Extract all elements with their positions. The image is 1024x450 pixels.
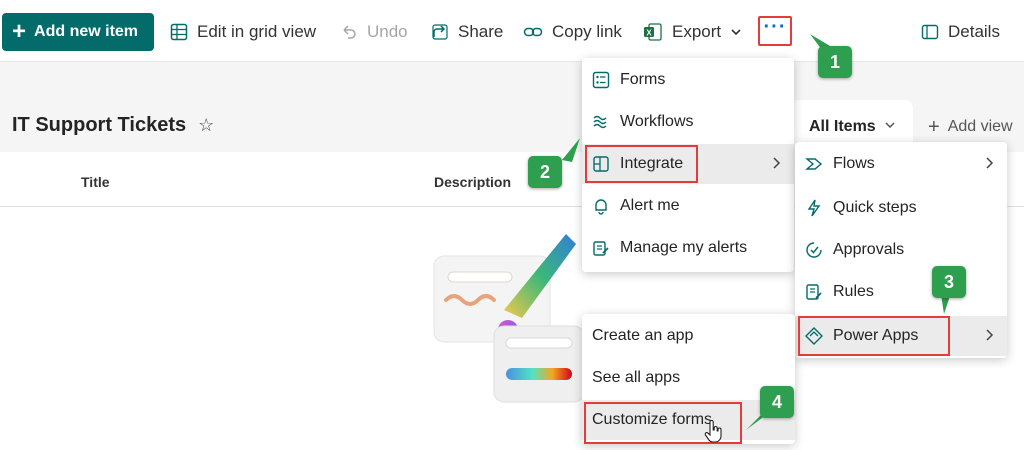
share-icon <box>432 24 448 40</box>
menu-item-label: Manage my alerts <box>620 239 748 256</box>
add-new-item-label: Add new item <box>34 23 139 40</box>
link-icon <box>523 27 543 37</box>
menu-item-label: Forms <box>620 71 666 88</box>
menu-item-label: Power Apps <box>833 327 919 344</box>
undo-icon <box>343 25 356 39</box>
menu-item-quick-steps[interactable]: Quick steps <box>795 188 1007 228</box>
share-label: Share <box>458 22 504 41</box>
empty-list-illustration <box>433 234 585 403</box>
page-title: IT Support Tickets ☆ <box>12 114 214 137</box>
callout-4: 4 <box>760 386 794 418</box>
details-pane-icon <box>921 24 939 40</box>
column-header-title[interactable]: Title <box>81 174 110 190</box>
command-bar: + Add new item Edit in grid view Undo Sh… <box>0 0 1024 62</box>
menu-item-label: Rules <box>833 283 874 300</box>
menu-item-label: Alert me <box>620 197 680 214</box>
menu-item-label: Quick steps <box>833 199 917 216</box>
more-options-button[interactable]: ··· <box>758 16 792 46</box>
menu-item-manage-alerts[interactable]: Manage my alerts <box>582 228 794 268</box>
power-apps-icon <box>805 327 823 345</box>
add-new-item-button[interactable]: + Add new item <box>2 13 154 51</box>
undo-button[interactable]: Undo <box>340 18 408 46</box>
more-dots-icon: ··· <box>763 16 787 38</box>
menu-item-label: Create an app <box>592 327 694 344</box>
details-label: Details <box>948 22 1000 41</box>
menu-item-rules[interactable]: Rules <box>795 272 1007 312</box>
lightning-icon <box>807 199 821 217</box>
plus-icon: + <box>12 18 27 45</box>
menu-item-label: Customize forms <box>592 411 713 428</box>
menu-item-label: Workflows <box>620 113 694 130</box>
menu-item-approvals[interactable]: Approvals <box>795 230 1007 270</box>
chevron-right-icon <box>986 329 994 341</box>
menu-item-integrate[interactable]: Integrate <box>582 144 794 184</box>
menu-item-forms[interactable]: Forms <box>582 60 794 100</box>
menu-item-label: Flows <box>833 155 875 172</box>
chevron-down-icon <box>885 122 895 129</box>
menu-item-create-app[interactable]: Create an app <box>582 316 795 356</box>
menu-item-alert-me[interactable]: Alert me <box>582 186 794 226</box>
chevron-right-icon <box>773 157 781 169</box>
menu-item-label: See all apps <box>592 369 681 386</box>
rules-icon <box>806 284 822 300</box>
export-button[interactable]: X Export <box>643 18 742 46</box>
callout-3: 3 <box>932 266 966 298</box>
menu-item-flows[interactable]: Flows <box>795 144 1007 184</box>
add-view-label: Add view <box>947 118 1013 135</box>
edit-grid-view-label: Edit in grid view <box>197 22 317 41</box>
integrate-submenu: Flows Quick steps Approvals Rules Power … <box>795 142 1007 358</box>
copy-link-label: Copy link <box>552 22 622 41</box>
bell-icon <box>595 199 607 215</box>
chevron-down-icon <box>731 29 741 36</box>
forms-icon <box>592 71 610 89</box>
copy-link-button[interactable]: Copy link <box>523 18 622 46</box>
column-header-description[interactable]: Description <box>434 174 511 190</box>
add-view-button[interactable]: + Add view <box>928 117 1013 137</box>
details-button[interactable]: Details <box>921 18 1000 46</box>
excel-icon: X <box>644 23 662 41</box>
star-icon[interactable]: ☆ <box>198 115 214 136</box>
share-button[interactable]: Share <box>431 18 503 46</box>
view-name: All Items <box>809 118 876 135</box>
callout-2: 2 <box>528 156 562 188</box>
menu-item-workflows[interactable]: Workflows <box>582 102 794 142</box>
hand-cursor-icon <box>704 420 722 443</box>
manage-alerts-icon <box>593 241 609 256</box>
chevron-right-icon <box>986 157 994 169</box>
more-options-menu: Forms Workflows Integrate Alert me Manag… <box>582 58 794 272</box>
integrate-icon <box>593 156 609 172</box>
menu-item-label: Approvals <box>833 241 905 258</box>
flows-icon <box>805 158 823 170</box>
menu-item-power-apps[interactable]: Power Apps <box>795 316 1007 356</box>
approvals-icon <box>806 242 822 258</box>
workflows-icon <box>593 115 607 129</box>
callout-1: 1 <box>818 46 852 78</box>
list-title: IT Support Tickets <box>12 114 187 136</box>
svg-text:X: X <box>646 29 652 38</box>
plus-icon: + <box>928 116 940 138</box>
menu-item-label: Integrate <box>620 155 684 172</box>
grid-icon <box>170 23 188 41</box>
edit-grid-view-button[interactable]: Edit in grid view <box>170 18 316 46</box>
export-label: Export <box>672 22 722 41</box>
undo-label: Undo <box>367 22 408 41</box>
power-apps-submenu: Create an app See all apps Customize for… <box>582 314 795 444</box>
